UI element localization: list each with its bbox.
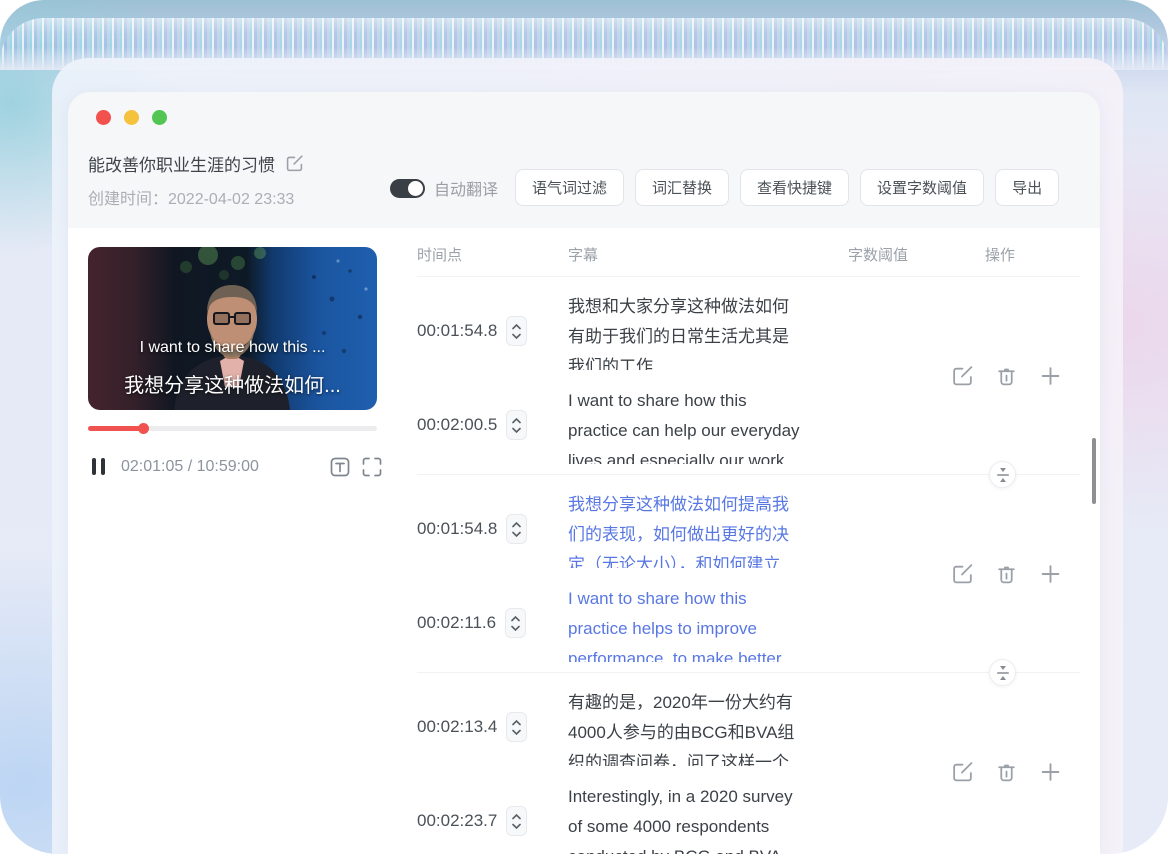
- app-window: 能改善你职业生涯的习惯 创建时间：2022-04-02 23:33 自动翻译 语…: [68, 92, 1100, 854]
- player-controls: 02:01:05 / 10:59:00: [88, 456, 382, 480]
- subtitle-text[interactable]: 我想和大家分享这种做法如何 有助于我们的日常生活尤其是 我们的工作: [568, 292, 848, 370]
- translation-subtitle-row: 00:02:00.5 I want to share how this prac…: [417, 385, 1080, 465]
- original-subtitle-row: 00:01:54.8 我想和大家分享这种做法如何 有助于我们的日常生活尤其是 我…: [417, 291, 1080, 371]
- add-subtitle-icon[interactable]: [1039, 761, 1062, 784]
- page-background: 能改善你职业生涯的习惯 创建时间：2022-04-02 23:33 自动翻译 语…: [0, 0, 1168, 854]
- filler-words-filter-button[interactable]: 语气词过滤: [515, 169, 625, 206]
- delete-subtitle-icon[interactable]: [995, 364, 1018, 387]
- timestamp-cell: 00:02:11.6: [417, 608, 568, 638]
- col-header-threshold: 字数阈值: [848, 247, 909, 264]
- fullscreen-icon[interactable]: [362, 457, 382, 477]
- edit-subtitle-icon[interactable]: [951, 364, 974, 387]
- table-body: 00:01:54.8 我想和大家分享这种做法如何 有助于我们的日常生活尤其是 我…: [417, 277, 1080, 854]
- timestamp-stepper[interactable]: [506, 410, 528, 440]
- window-header: 能改善你职业生涯的习惯 创建时间：2022-04-02 23:33 自动翻译 语…: [68, 92, 1100, 228]
- video-progress-bar[interactable]: [88, 423, 377, 434]
- timestamp-value: 00:01:54.8: [417, 519, 498, 538]
- content-area: I want to share how this ... 我想分享这种做法如何.…: [68, 228, 1100, 854]
- zoom-window-dot[interactable]: [152, 110, 167, 125]
- delete-subtitle-icon[interactable]: [995, 562, 1018, 585]
- table-scrollbar-thumb[interactable]: [1092, 438, 1096, 504]
- set-word-threshold-button[interactable]: 设置字数阈值: [860, 169, 985, 206]
- edit-subtitle-icon[interactable]: [951, 562, 974, 585]
- timestamp-stepper[interactable]: [506, 712, 528, 742]
- edit-subtitle-icon[interactable]: [951, 761, 974, 784]
- timestamp-cell: 00:01:54.8: [417, 316, 568, 346]
- created-time: 创建时间：2022-04-02 23:33: [88, 191, 295, 208]
- auto-translate-control: 自动翻译: [390, 176, 498, 200]
- row-actions: [951, 562, 1062, 585]
- timestamp-value: 00:02:00.5: [417, 415, 498, 434]
- subtitle-text[interactable]: Interestingly, in a 2020 survey of some …: [568, 782, 848, 854]
- subtitle-text[interactable]: I want to share how this practice helps …: [568, 584, 848, 662]
- translation-subtitle-row: 00:02:11.6 I want to share how this prac…: [417, 583, 1080, 663]
- timestamp-value: 00:02:11.6: [417, 613, 497, 632]
- traffic-lights: [96, 110, 167, 125]
- pause-icon[interactable]: [92, 458, 105, 475]
- subtitle-text[interactable]: 我想分享这种做法如何提高我 们的表现，如何做出更好的决 定（无论大小），和如何建…: [568, 490, 848, 568]
- add-subtitle-icon[interactable]: [1039, 562, 1062, 585]
- video-subtitle-chinese: 我想分享这种做法如何...: [124, 375, 341, 397]
- timestamp-stepper[interactable]: [505, 608, 527, 638]
- timestamp-value: 00:01:54.8: [417, 321, 498, 340]
- close-window-dot[interactable]: [96, 110, 111, 125]
- timestamp-value: 00:02:13.4: [417, 717, 498, 736]
- subtitle-row-group: 00:01:54.8 我想和大家分享这种做法如何 有助于我们的日常生活尤其是 我…: [417, 277, 1080, 488]
- toggle-knob: [408, 180, 423, 196]
- video-subtitle-english: I want to share how this ...: [139, 339, 326, 356]
- timestamp-cell: 00:02:00.5: [417, 410, 568, 440]
- subtitle-table: 时间点 字幕 字数阈值 操作 00:01:54.8 我想和大家分享这种做法如何 …: [417, 228, 1080, 854]
- add-subtitle-icon[interactable]: [1039, 364, 1062, 387]
- col-header-actions: 操作: [985, 247, 1016, 264]
- timestamp-stepper[interactable]: [506, 806, 528, 836]
- original-subtitle-row: 00:01:54.8 我想分享这种做法如何提高我 们的表现，如何做出更好的决 定…: [417, 489, 1080, 569]
- vocabulary-replace-button[interactable]: 词汇替换: [635, 169, 730, 206]
- subtitle-row-group: 00:01:54.8 我想分享这种做法如何提高我 们的表现，如何做出更好的决 定…: [417, 475, 1080, 686]
- export-button[interactable]: 导出: [995, 169, 1060, 206]
- playback-time: 02:01:05 / 10:59:00: [121, 458, 259, 475]
- original-subtitle-row: 00:02:13.4 有趣的是，2020年一份大约有 4000人参与的由BCG和…: [417, 687, 1080, 767]
- row-actions: [951, 761, 1062, 784]
- progress-fill: [88, 426, 143, 431]
- auto-translate-toggle[interactable]: [390, 178, 425, 198]
- col-header-subtitle: 字幕: [568, 247, 599, 264]
- document-info: 能改善你职业生涯的习惯 创建时间：2022-04-02 23:33: [88, 151, 304, 209]
- auto-translate-label: 自动翻译: [434, 182, 499, 199]
- delete-subtitle-icon[interactable]: [995, 761, 1018, 784]
- subtitle-text[interactable]: I want to share how this practice can he…: [568, 386, 848, 464]
- edit-title-icon[interactable]: [285, 154, 304, 173]
- subtitle-text[interactable]: 有趣的是，2020年一份大约有 4000人参与的由BCG和BVA组 织的调查问卷…: [568, 688, 848, 766]
- subtitle-row-group: 00:02:13.4 有趣的是，2020年一份大约有 4000人参与的由BCG和…: [417, 673, 1080, 854]
- translation-subtitle-row: 00:02:23.7 Interestingly, in a 2020 surv…: [417, 781, 1080, 854]
- page-title: 能改善你职业生涯的习惯: [88, 156, 275, 175]
- merge-rows-button[interactable]: [989, 659, 1016, 686]
- video-player[interactable]: I want to share how this ... 我想分享这种做法如何.…: [88, 247, 377, 410]
- timestamp-cell: 00:02:23.7: [417, 806, 568, 836]
- subtitle-text-icon[interactable]: [330, 457, 350, 477]
- timestamp-stepper[interactable]: [506, 316, 528, 346]
- progress-knob[interactable]: [137, 423, 149, 434]
- table-header: 时间点 字幕 字数阈值 操作: [417, 228, 1080, 277]
- col-header-time: 时间点: [417, 247, 463, 264]
- row-actions: [951, 364, 1062, 387]
- timestamp-cell: 00:01:54.8: [417, 514, 568, 544]
- timestamp-value: 00:02:23.7: [417, 811, 498, 830]
- timestamp-cell: 00:02:13.4: [417, 712, 568, 742]
- minimize-window-dot[interactable]: [124, 110, 139, 125]
- toolbar: 语气词过滤 词汇替换 查看快捷键 设置字数阈值 导出: [515, 169, 1060, 206]
- merge-rows-button[interactable]: [989, 461, 1016, 488]
- timestamp-stepper[interactable]: [506, 514, 528, 544]
- view-shortcuts-button[interactable]: 查看快捷键: [740, 169, 850, 206]
